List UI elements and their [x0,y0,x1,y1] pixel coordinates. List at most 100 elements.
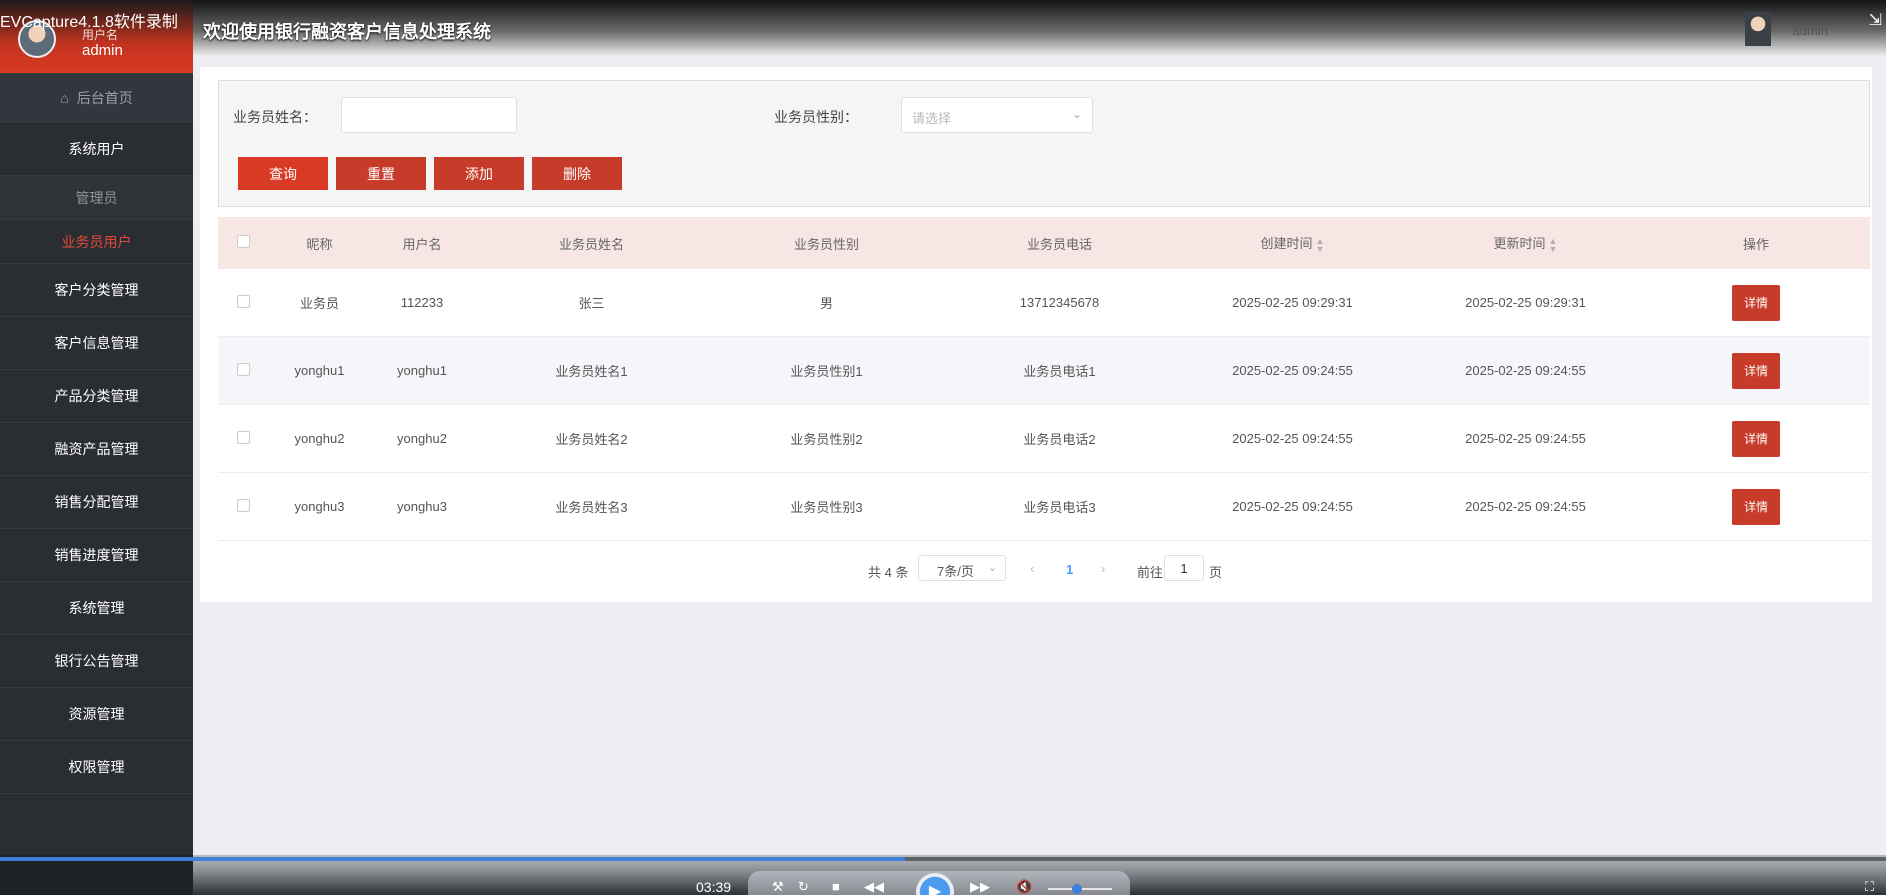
gender-select[interactable]: 请选择 ⌄ [901,97,1093,133]
user-name: admin [82,42,123,59]
column-header-label: 创建时间 [1260,236,1313,252]
select-all-checkbox[interactable] [236,235,250,248]
sidebar-item-label: 销售分配管理 [54,494,139,510]
player-left-panel [0,855,193,895]
row-checkbox[interactable] [236,294,250,308]
sidebar-item-sales-progress[interactable]: 销售进度管理 [0,529,193,582]
cell-name: 业务员姓名2 [555,432,628,447]
sidebar-item-label: 系统用户 [68,141,125,157]
name-input[interactable] [341,97,517,133]
name-label: 业务员姓名： [233,109,317,125]
add-button[interactable]: 添加 [434,157,524,190]
collapse-icon[interactable]: ⇲ [1869,10,1882,30]
detail-button[interactable]: 详情 [1732,488,1780,525]
column-header: 业务员姓名 [558,236,624,252]
cell-name: 业务员姓名1 [555,364,628,379]
cell-updated: 2025-02-25 09:29:31 [1465,295,1586,310]
sidebar-item-label: 销售进度管理 [54,547,139,563]
column-header: 业务员性别 [793,236,859,252]
column-header: 业务员电话 [1026,236,1092,252]
delete-button[interactable]: 删除 [532,157,622,190]
cell-username: yonghu1 [397,363,447,378]
tools-icon[interactable]: ⚒ [772,879,784,895]
row-checkbox[interactable] [236,362,250,376]
sort-icon[interactable]: ▲ ▼ [1316,236,1325,253]
sidebar-item-label: 客户分类管理 [54,282,139,298]
sidebar-item-admin[interactable]: 管理员 [0,176,193,220]
next-page-icon[interactable]: › [1101,561,1105,576]
sidebar-item-label: 客户信息管理 [54,335,139,351]
column-header-label: 更新时间 [1493,236,1546,252]
cell-name: 业务员姓名3 [555,500,628,515]
row-checkbox[interactable] [236,430,250,444]
sidebar-item-label: 管理员 [75,189,118,206]
sort-icon[interactable]: ▲ ▼ [1549,236,1558,253]
fast-forward-icon[interactable]: ▶▶ [970,879,990,895]
cell-created: 2025-02-25 09:24:55 [1232,499,1353,514]
cell-username: yonghu3 [397,499,447,514]
stop-icon[interactable]: ■ [832,879,840,894]
cell-gender: 男 [819,296,833,311]
cell-updated: 2025-02-25 09:24:55 [1465,499,1586,514]
row-checkbox-cell [218,294,268,311]
sidebar-item-system-management[interactable]: 系统管理 [0,582,193,635]
row-checkbox-cell [218,362,268,379]
user-label: 用户名 [82,28,119,42]
page-size-select[interactable]: 7条/页 ⌄ [918,555,1006,581]
mute-icon[interactable]: 🔇 [1016,879,1032,895]
sidebar-item-permissions[interactable]: 权限管理 [0,741,193,794]
cell-gender: 业务员性别3 [790,500,863,515]
cell-nickname: 业务员 [299,296,339,311]
chevron-down-icon: ⌄ [1071,107,1082,121]
sidebar-item-resources[interactable]: 资源管理 [0,688,193,741]
sidebar-item-product-category[interactable]: 产品分类管理 [0,370,193,423]
sidebar-item-customer-info[interactable]: 客户信息管理 [0,317,193,370]
reset-button[interactable]: 重置 [336,157,426,190]
sidebar-item-customer-category[interactable]: 客户分类管理 [0,264,193,317]
play-icon[interactable]: ▶ [916,873,954,895]
cell-created: 2025-02-25 09:24:55 [1232,363,1353,378]
sidebar-item-bank-notices[interactable]: 银行公告管理 [0,635,193,688]
column-header: 操作 [1742,236,1769,252]
sidebar-item-system-users[interactable]: 系统用户 [0,123,193,176]
detail-button[interactable]: 详情 [1732,420,1780,457]
table-row: yonghu3 yonghu3 业务员姓名3 业务员性别3 业务员电话3 202… [218,473,1870,541]
sidebar-item-label: 产品分类管理 [54,388,139,404]
detail-button[interactable]: 详情 [1732,284,1780,321]
progress-fill [0,857,906,861]
cell-actions: 详情 [1642,284,1870,321]
row-checkbox[interactable] [236,498,250,512]
cell-actions: 详情 [1642,352,1870,389]
sidebar-item-home[interactable]: ⌂ 后台首页 [0,73,193,123]
cell-phone: 业务员电话3 [1023,500,1096,515]
detail-button[interactable]: 详情 [1732,352,1780,389]
search-panel: 业务员姓名： 业务员性别： 请选择 ⌄ 查询 重置 添加 删除 [218,80,1870,207]
cell-nickname: yonghu3 [294,499,345,514]
top-header: 欢迎使用银行融资客户信息处理系统 admin ⇲ [193,0,1886,57]
rewind-icon[interactable]: ◀◀ [864,879,884,895]
column-header-created[interactable]: 创建时间 ▲ ▼ [1176,233,1409,253]
pagination-total: 共 4 条 [868,565,909,580]
sidebar-item-finance-products[interactable]: 融资产品管理 [0,423,193,476]
cell-phone: 业务员电话1 [1023,364,1096,379]
prev-page-icon[interactable]: ‹ [1030,561,1034,576]
column-header-updated[interactable]: 更新时间 ▲ ▼ [1409,233,1642,253]
sidebar-item-label: 系统管理 [68,600,125,616]
header-username[interactable]: admin [1793,23,1828,38]
sidebar-item-sales-allocation[interactable]: 销售分配管理 [0,476,193,529]
header-avatar[interactable] [1745,12,1771,46]
sidebar: EVCapture4.1.8软件录制 用户名 admin ⌂ 后台首页 系统用户… [0,0,193,895]
sidebar-item-salesperson-users[interactable]: 业务员用户 [0,220,193,264]
volume-knob[interactable] [1071,884,1082,894]
cell-actions: 详情 [1642,420,1870,457]
player-controls: ⚒ ↻ ■ ◀◀ ▶ ▶▶ 🔇 [748,871,1130,895]
query-button[interactable]: 查询 [238,157,328,190]
row-checkbox-cell [218,430,268,447]
goto-page-input[interactable]: 1 [1164,555,1204,581]
fullscreen-icon[interactable]: ⛶ [1865,879,1874,895]
repeat-icon[interactable]: ↻ [798,879,809,895]
page-number-current[interactable]: 1 [1066,562,1073,577]
table-row: yonghu2 yonghu2 业务员姓名2 业务员性别2 业务员电话2 202… [218,405,1870,473]
column-header: 昵称 [306,236,333,252]
page-unit-label: 页 [1209,565,1223,580]
